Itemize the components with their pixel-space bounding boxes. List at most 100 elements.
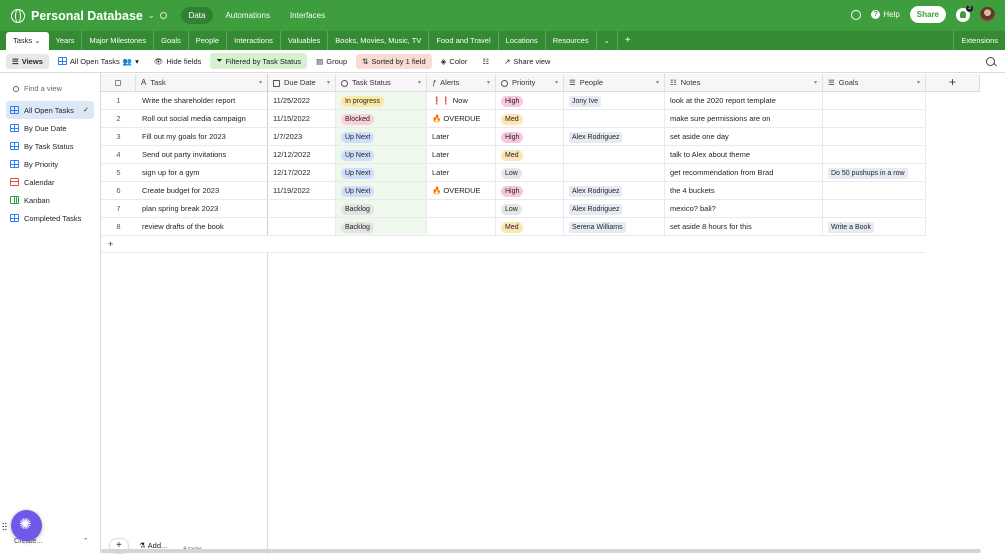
group-button[interactable]: ▤ Group: [310, 54, 353, 69]
priority-cell[interactable]: Med: [496, 146, 564, 163]
goals-cell[interactable]: [823, 200, 926, 217]
extensions-button[interactable]: Extensions: [953, 31, 1005, 50]
due-date-cell[interactable]: 12/12/2022: [268, 146, 336, 163]
select-all-checkbox[interactable]: [101, 74, 136, 92]
notes-cell[interactable]: get recommendation from Brad: [665, 164, 823, 181]
goals-cell[interactable]: [823, 146, 926, 163]
people-cell[interactable]: Serena Williams: [564, 218, 665, 235]
chevron-down-icon[interactable]: ▾: [814, 74, 817, 92]
alert-cell[interactable]: Later: [427, 128, 496, 145]
due-date-cell[interactable]: 11/19/2022: [268, 182, 336, 199]
row-height-icon[interactable]: ☷: [476, 54, 495, 69]
priority-cell[interactable]: Low: [496, 164, 564, 181]
column-header-priority[interactable]: Priority ▾: [496, 74, 564, 92]
tab-interactions[interactable]: Interactions: [227, 31, 281, 50]
tab-people[interactable]: People: [189, 31, 228, 50]
tab-locations[interactable]: Locations: [499, 31, 546, 50]
column-header-alerts[interactable]: ƒ Alerts ▾: [427, 74, 496, 92]
people-cell[interactable]: [564, 146, 665, 163]
chevron-down-icon[interactable]: ▾: [327, 74, 330, 92]
people-cell[interactable]: Jony Ive: [564, 92, 665, 109]
views-button[interactable]: ☰ Views: [6, 53, 49, 69]
alert-cell[interactable]: Later: [427, 146, 496, 163]
goals-cell[interactable]: Write a Book: [823, 218, 926, 235]
people-cell[interactable]: Alex Rodriguez: [564, 200, 665, 217]
goals-cell[interactable]: [823, 128, 926, 145]
horizontal-scrollbar[interactable]: [101, 549, 981, 553]
people-cell[interactable]: Alex Rodriguez: [564, 128, 665, 145]
table-row[interactable]: 6 Create budget for 2023 11/19/2022 Up Next…: [101, 182, 926, 200]
priority-cell[interactable]: Med: [496, 110, 564, 127]
sidebar-item-kanban[interactable]: Kanban: [6, 191, 94, 209]
base-title[interactable]: Personal Database: [31, 9, 143, 23]
goals-cell[interactable]: Do 50 pushups in a row: [823, 164, 926, 181]
column-header-people[interactable]: ☰ People ▾: [564, 74, 665, 92]
history-icon[interactable]: [851, 9, 862, 20]
alert-cell[interactable]: [427, 200, 496, 217]
task-status-cell[interactable]: Up Next: [336, 128, 427, 145]
task-status-cell[interactable]: Blocked: [336, 110, 427, 127]
sidebar-item-by-priority[interactable]: By Priority: [6, 155, 94, 173]
share-button[interactable]: Share: [909, 6, 946, 23]
task-cell[interactable]: review drafts of the book: [136, 218, 268, 235]
chevron-down-icon[interactable]: ▾: [418, 74, 421, 92]
table-row[interactable]: 4 Send out party invitations 12/12/2022 Up …: [101, 146, 926, 164]
tab-years[interactable]: Years: [49, 31, 83, 50]
priority-cell[interactable]: High: [496, 128, 564, 145]
nav-automations[interactable]: Automations: [217, 7, 277, 24]
nav-data[interactable]: Data: [180, 7, 214, 24]
notes-cell[interactable]: set aside one day: [665, 128, 823, 145]
task-cell[interactable]: Roll out social media campaign: [136, 110, 268, 127]
alert-cell[interactable]: [427, 218, 496, 235]
notes-cell[interactable]: set aside 8 hours for this: [665, 218, 823, 235]
sidebar-item-by-due-date[interactable]: By Due Date: [6, 119, 94, 137]
filter-button[interactable]: ⏷ Filtered by Task Status: [210, 53, 308, 69]
share-view-button[interactable]: ↗ Share view: [498, 54, 556, 69]
goals-cell[interactable]: [823, 92, 926, 109]
task-cell[interactable]: plan spring break 2023: [136, 200, 268, 217]
due-date-cell[interactable]: 12/17/2022: [268, 164, 336, 181]
people-cell[interactable]: [564, 164, 665, 181]
chevron-down-icon[interactable]: ⌄: [148, 11, 155, 20]
column-header-due-date[interactable]: Due Date ▾: [268, 74, 336, 92]
tab-goals[interactable]: Goals: [154, 31, 189, 50]
task-status-cell[interactable]: In progress: [336, 92, 427, 109]
task-status-cell[interactable]: Backlog: [336, 200, 427, 217]
table-row[interactable]: 7 plan spring break 2023 Backlog Low Alex Ro…: [101, 200, 926, 218]
task-status-cell[interactable]: Up Next: [336, 182, 427, 199]
sidebar-item-all-open-tasks[interactable]: All Open Tasks ✓: [6, 101, 94, 119]
column-header-notes[interactable]: ☷ Notes ▾: [665, 74, 823, 92]
due-date-cell[interactable]: 11/15/2022: [268, 110, 336, 127]
sidebar-item-calendar[interactable]: Calendar: [6, 173, 94, 191]
add-table-icon[interactable]: +: [618, 31, 638, 50]
chevron-down-icon[interactable]: ▾: [555, 74, 558, 92]
notes-cell[interactable]: look at the 2020 report template: [665, 92, 823, 109]
table-row[interactable]: 5 sign up for a gym 12/17/2022 Up Next Later…: [101, 164, 926, 182]
tab-tasks[interactable]: Tasks ⌄: [6, 32, 49, 50]
tab-valuables[interactable]: Valuables: [281, 31, 329, 50]
notes-cell[interactable]: the 4 buckets: [665, 182, 823, 199]
sidebar-item-by-task-status[interactable]: By Task Status: [6, 137, 94, 155]
sidebar-item-completed-tasks[interactable]: Completed Tasks: [6, 209, 94, 227]
task-cell[interactable]: Fill out my goals for 2023: [136, 128, 268, 145]
priority-cell[interactable]: High: [496, 92, 564, 109]
notes-cell[interactable]: mexico? bali?: [665, 200, 823, 217]
color-button[interactable]: ◈ Color: [435, 54, 474, 69]
due-date-cell[interactable]: [268, 218, 336, 235]
due-date-cell[interactable]: 11/25/2022: [268, 92, 336, 109]
task-cell[interactable]: Send out party invitations: [136, 146, 268, 163]
due-date-cell[interactable]: 1/7/2023: [268, 128, 336, 145]
goals-cell[interactable]: [823, 182, 926, 199]
priority-cell[interactable]: Med: [496, 218, 564, 235]
due-date-cell[interactable]: [268, 200, 336, 217]
task-status-cell[interactable]: Backlog: [336, 218, 427, 235]
tab-resources[interactable]: Resources: [546, 31, 597, 50]
task-cell[interactable]: sign up for a gym: [136, 164, 268, 181]
base-logo-icon[interactable]: [11, 8, 25, 23]
priority-cell[interactable]: High: [496, 182, 564, 199]
tab-food-travel[interactable]: Food and Travel: [429, 31, 499, 50]
people-cell[interactable]: Alex Rodriguez: [564, 182, 665, 199]
help-button[interactable]: ? Help: [871, 10, 900, 19]
alert-cell[interactable]: 🔥 OVERDUE: [427, 182, 496, 199]
notes-cell[interactable]: talk to Alex about theme: [665, 146, 823, 163]
